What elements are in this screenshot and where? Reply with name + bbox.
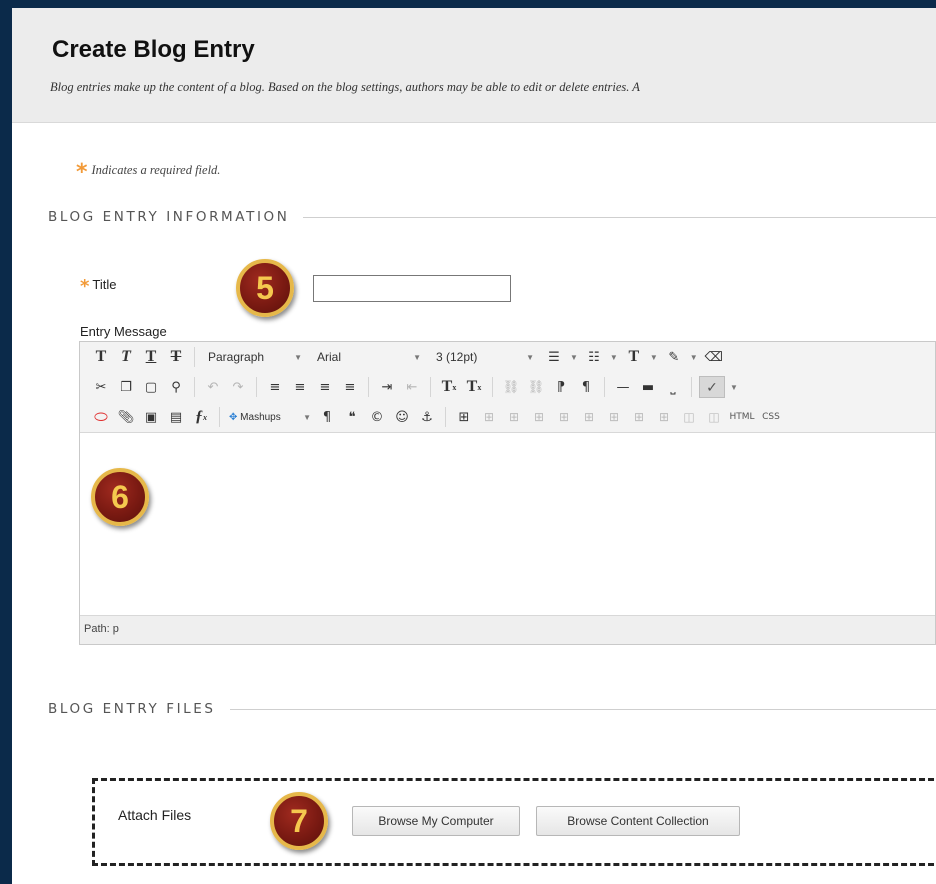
browse-my-computer-button[interactable]: Browse My Computer [352,806,520,836]
align-left-icon[interactable]: ≡ [264,376,286,398]
thick-rule-icon[interactable]: ▬ [637,376,659,398]
copyright-icon[interactable]: © [366,406,388,428]
title-label: * Title [80,276,117,297]
toolbar-separator [492,377,493,397]
bold-icon[interactable]: T [90,346,112,368]
page-frame: Create Blog Entry Blog entries make up t… [12,8,936,884]
paragraph-mark-icon[interactable]: ¶ [316,406,338,428]
callout-badge-7: 7 [270,792,328,850]
blockquote-icon[interactable]: ❝ [341,406,363,428]
split-cells-icon[interactable]: ◫ [678,406,700,428]
table-row-icon[interactable]: ⊞ [478,406,500,428]
align-justify-icon[interactable]: ≡ [339,376,361,398]
anchor-icon[interactable]: ⚓ [416,406,438,428]
font-size-dropdown[interactable]: 3 (12pt) ▼ [430,346,540,368]
entry-message-label: Entry Message [80,324,167,339]
font-family-dropdown[interactable]: Arial ▼ [311,346,427,368]
rich-text-editor: T T T T Paragraph ▼ Arial ▼ 3 (12pt) ▼ ☰ ▼ ☷… [79,341,936,645]
spellcheck-icon[interactable]: ✓ [699,376,725,398]
toolbar-row-1: T T T T Paragraph ▼ Arial ▼ 3 (12pt) ▼ ☰ ▼ ☷… [80,342,935,372]
toolbar-separator [194,377,195,397]
attach-files-label: Attach Files [118,807,192,823]
toolbar-row-3: ⬭ 📎︎ ▣ ▤ ƒx ✥ Mashups ▼ ¶ ❝ © ☺ ⚓ ⊞ ⊞ ⊞ ⊞… [80,402,935,432]
delete-column-icon[interactable]: ⊞ [653,406,675,428]
toolbar-separator [219,407,220,427]
copy-icon[interactable]: ❐ [115,376,137,398]
subscript-icon[interactable]: Tx [463,376,485,398]
toolbar-separator [691,377,692,397]
insert-column-before-icon[interactable]: ⊞ [603,406,625,428]
bullet-list-icon[interactable]: ☰ [543,346,565,368]
page-description: Blog entries make up the content of a bl… [50,80,640,94]
numbered-list-icon[interactable]: ☷ [583,346,605,368]
align-center-icon[interactable]: ≡ [289,376,311,398]
link-icon[interactable]: ⛓ [500,376,522,398]
page-header: Create Blog Entry Blog entries make up t… [12,8,936,123]
insert-column-after-icon[interactable]: ⊞ [628,406,650,428]
unlink-icon[interactable]: ⛓ [525,376,547,398]
insert-image-icon[interactable]: ▣ [140,406,162,428]
editor-path-bar: Path: p [80,615,935,644]
insert-row-after-icon[interactable]: ⊞ [553,406,575,428]
page-title: Create Blog Entry [52,36,255,63]
section-divider [303,216,936,218]
mashups-dropdown[interactable]: ✥ Mashups ▼ [227,406,313,428]
toolbar-row-2: ✂ ❐ ▢ ⚲ ↶ ↷ ≡ ≡ ≡ ≡ ⇥ ⇤ Tx Tx ⛓ ⛓ ⁋ ¶ — … [80,372,935,402]
eraser-icon[interactable]: ⌫ [703,346,725,368]
horizontal-rule-icon[interactable]: — [612,376,634,398]
callout-badge-6: 6 [91,468,149,526]
css-button[interactable]: CSS [759,406,783,428]
section-heading-label: BLOG ENTRY FILES [48,701,216,717]
title-input[interactable] [313,275,511,302]
highlight-marker-icon[interactable]: ✎ [663,346,685,368]
toolbar-separator [368,377,369,397]
title-label-text: Title [92,277,117,292]
outdent-icon[interactable]: ⇤ [401,376,423,398]
youtube-icon[interactable]: ⬭ [90,406,112,428]
align-right-icon[interactable]: ≡ [314,376,336,398]
section-heading-entry-files: BLOG ENTRY FILES [48,699,936,719]
required-star-icon: * [80,276,90,297]
find-icon[interactable]: ⚲ [165,376,187,398]
html-source-button[interactable]: HTML [728,406,756,428]
strikethrough-icon[interactable]: T [165,346,187,368]
toolbar-separator [256,377,257,397]
text-color-icon[interactable]: T [623,346,645,368]
editor-toolbar: T T T T Paragraph ▼ Arial ▼ 3 (12pt) ▼ ☰ ▼ ☷… [80,342,935,433]
redo-icon[interactable]: ↷ [227,376,249,398]
merge-cells-icon[interactable]: ◫ [703,406,725,428]
italic-icon[interactable]: T [115,346,137,368]
undo-icon[interactable]: ↶ [202,376,224,398]
math-formula-icon[interactable]: ƒx [190,406,212,428]
insert-media-icon[interactable]: ▤ [165,406,187,428]
rtl-direction-icon[interactable]: ¶ [575,376,597,398]
cut-icon[interactable]: ✂ [90,376,112,398]
required-note-text: Indicates a required field. [91,163,221,177]
ltr-direction-icon[interactable]: ⁋ [550,376,572,398]
indent-icon[interactable]: ⇥ [376,376,398,398]
toolbar-separator [445,407,446,427]
required-field-note: * Indicates a required field. [76,160,220,185]
insert-row-before-icon[interactable]: ⊞ [528,406,550,428]
callout-badge-5: 5 [236,259,294,317]
underline-icon[interactable]: T [140,346,162,368]
paste-icon[interactable]: ▢ [140,376,162,398]
toolbar-separator [194,347,195,367]
required-star-icon: * [76,160,88,185]
emoticon-icon[interactable]: ☺ [391,406,413,428]
attach-file-icon[interactable]: 📎︎ [115,406,137,428]
nonbreaking-space-icon[interactable]: ⎵ [662,376,684,398]
section-divider [229,708,936,710]
toolbar-separator [604,377,605,397]
section-heading-label: BLOG ENTRY INFORMATION [48,209,290,225]
toolbar-separator [430,377,431,397]
table-cell-icon[interactable]: ⊞ [503,406,525,428]
section-heading-entry-information: BLOG ENTRY INFORMATION [48,207,936,227]
editor-content-area[interactable] [80,433,935,593]
insert-table-icon[interactable]: ⊞ [453,406,475,428]
browse-content-collection-button[interactable]: Browse Content Collection [536,806,740,836]
superscript-icon[interactable]: Tx [438,376,460,398]
paragraph-format-dropdown[interactable]: Paragraph ▼ [202,346,308,368]
delete-row-icon[interactable]: ⊞ [578,406,600,428]
